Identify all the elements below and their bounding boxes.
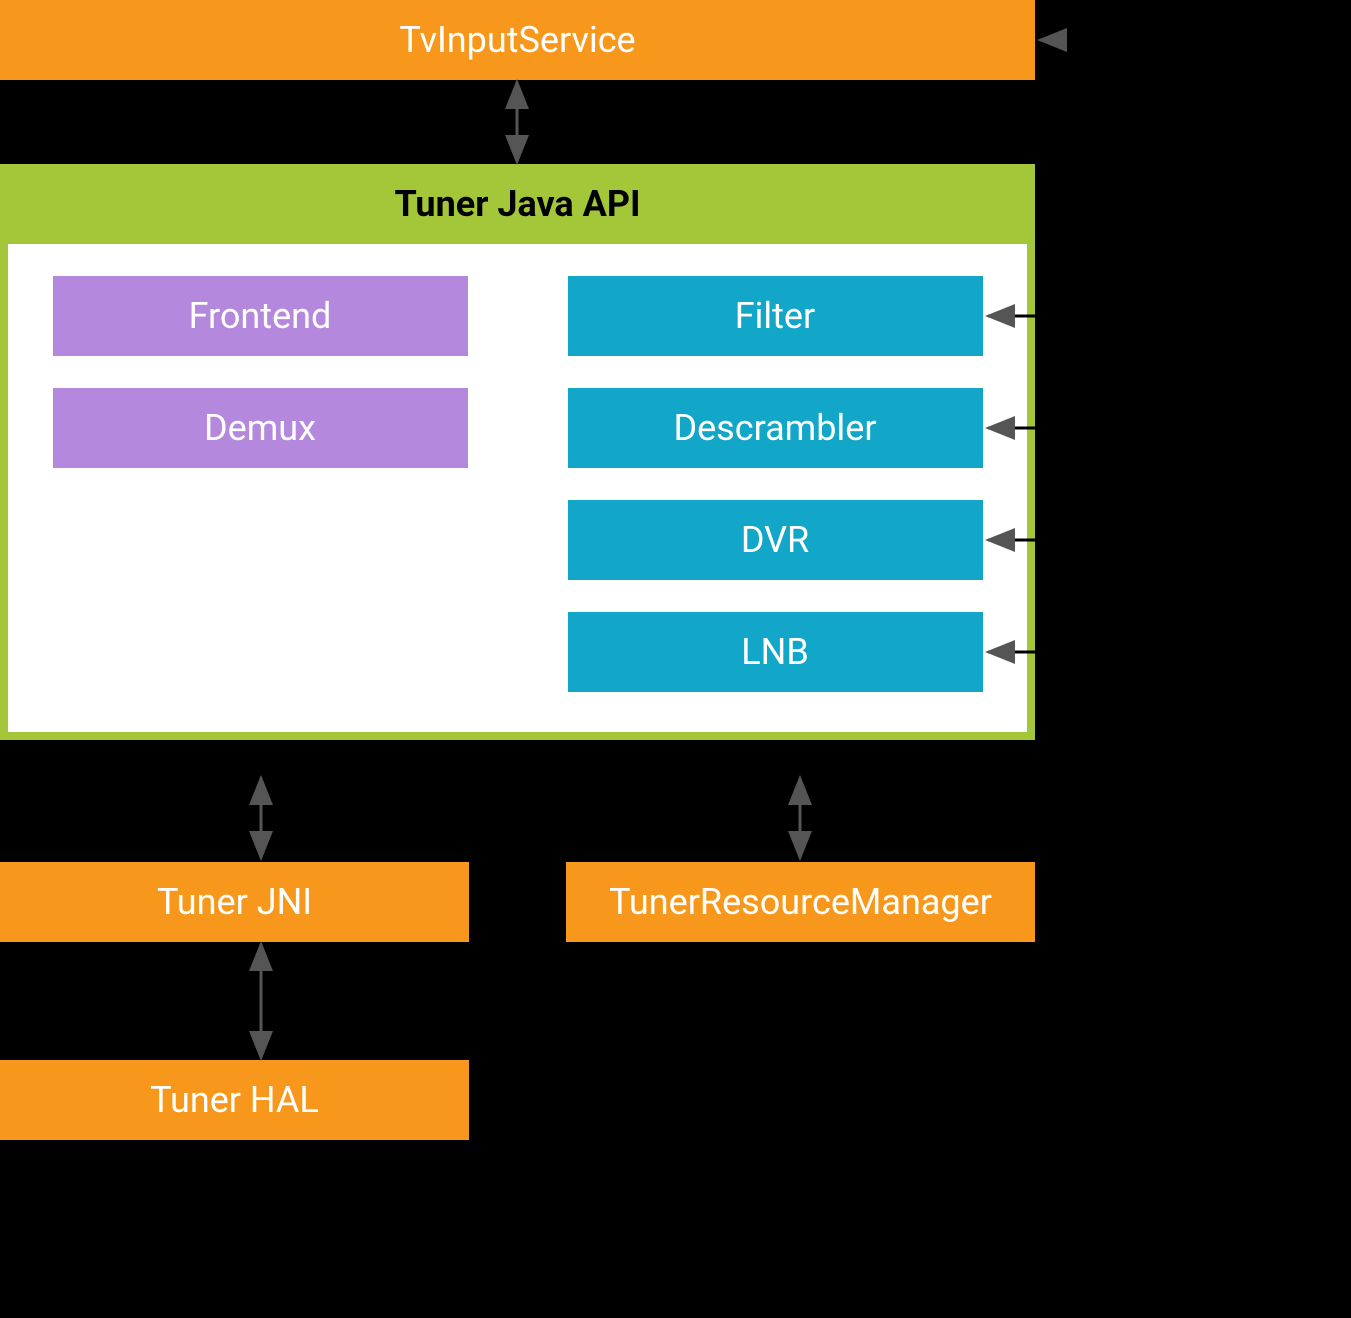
filter-box: Filter: [568, 276, 983, 356]
filter-label: Filter: [735, 295, 815, 337]
tuner-jni-box: Tuner JNI: [0, 862, 469, 942]
dvr-label: DVR: [741, 519, 809, 561]
tuner-java-api-body: Frontend Demux Filter Descrambler DVR LN…: [8, 244, 1027, 732]
frontend-box: Frontend: [53, 276, 468, 356]
dvr-box: DVR: [568, 500, 983, 580]
left-column: Frontend Demux: [53, 276, 468, 692]
tuner-resource-manager-label: TunerResourceManager: [609, 881, 992, 923]
right-column: Filter Descrambler DVR LNB: [568, 276, 983, 692]
tuner-java-api-container: Tuner Java API Frontend Demux Filter Des…: [0, 164, 1035, 740]
lnb-label: LNB: [741, 631, 809, 673]
demux-box: Demux: [53, 388, 468, 468]
frontend-label: Frontend: [189, 295, 332, 337]
descrambler-label: Descrambler: [673, 407, 876, 449]
demux-label: Demux: [204, 407, 316, 449]
tv-input-service-box: TvInputService: [0, 0, 1035, 80]
tuner-hal-label: Tuner HAL: [150, 1079, 319, 1121]
tuner-hal-box: Tuner HAL: [0, 1060, 469, 1140]
descrambler-box: Descrambler: [568, 388, 983, 468]
tv-input-service-label: TvInputService: [399, 19, 635, 61]
tuner-resource-manager-box: TunerResourceManager: [566, 862, 1035, 942]
tuner-java-api-label: Tuner Java API: [394, 183, 640, 225]
tuner-java-api-header: Tuner Java API: [0, 164, 1035, 244]
tuner-jni-label: Tuner JNI: [157, 881, 312, 923]
lnb-box: LNB: [568, 612, 983, 692]
